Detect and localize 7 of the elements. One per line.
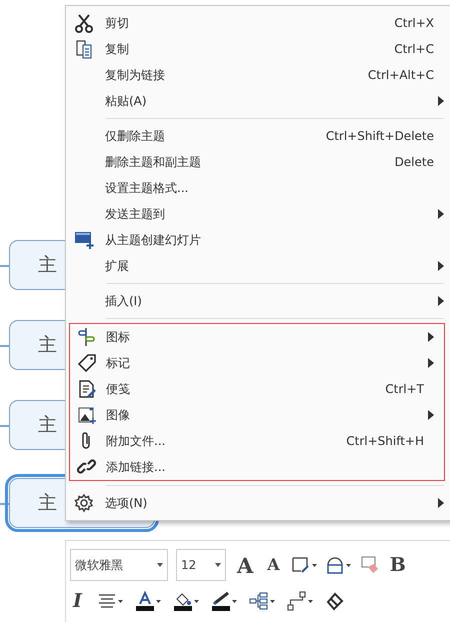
shortcut-label: Ctrl+T [385, 381, 424, 398]
shortcut-label: Ctrl+Shift+Delete [326, 128, 434, 145]
shortcut-label: Ctrl+C [394, 41, 434, 58]
shortcut-label: Ctrl+Shift+H [346, 433, 424, 450]
shortcut-label: Ctrl+X [394, 15, 434, 32]
shortcut-label: Ctrl+Alt+C [368, 67, 434, 84]
shortcut-label: Delete [394, 154, 434, 171]
